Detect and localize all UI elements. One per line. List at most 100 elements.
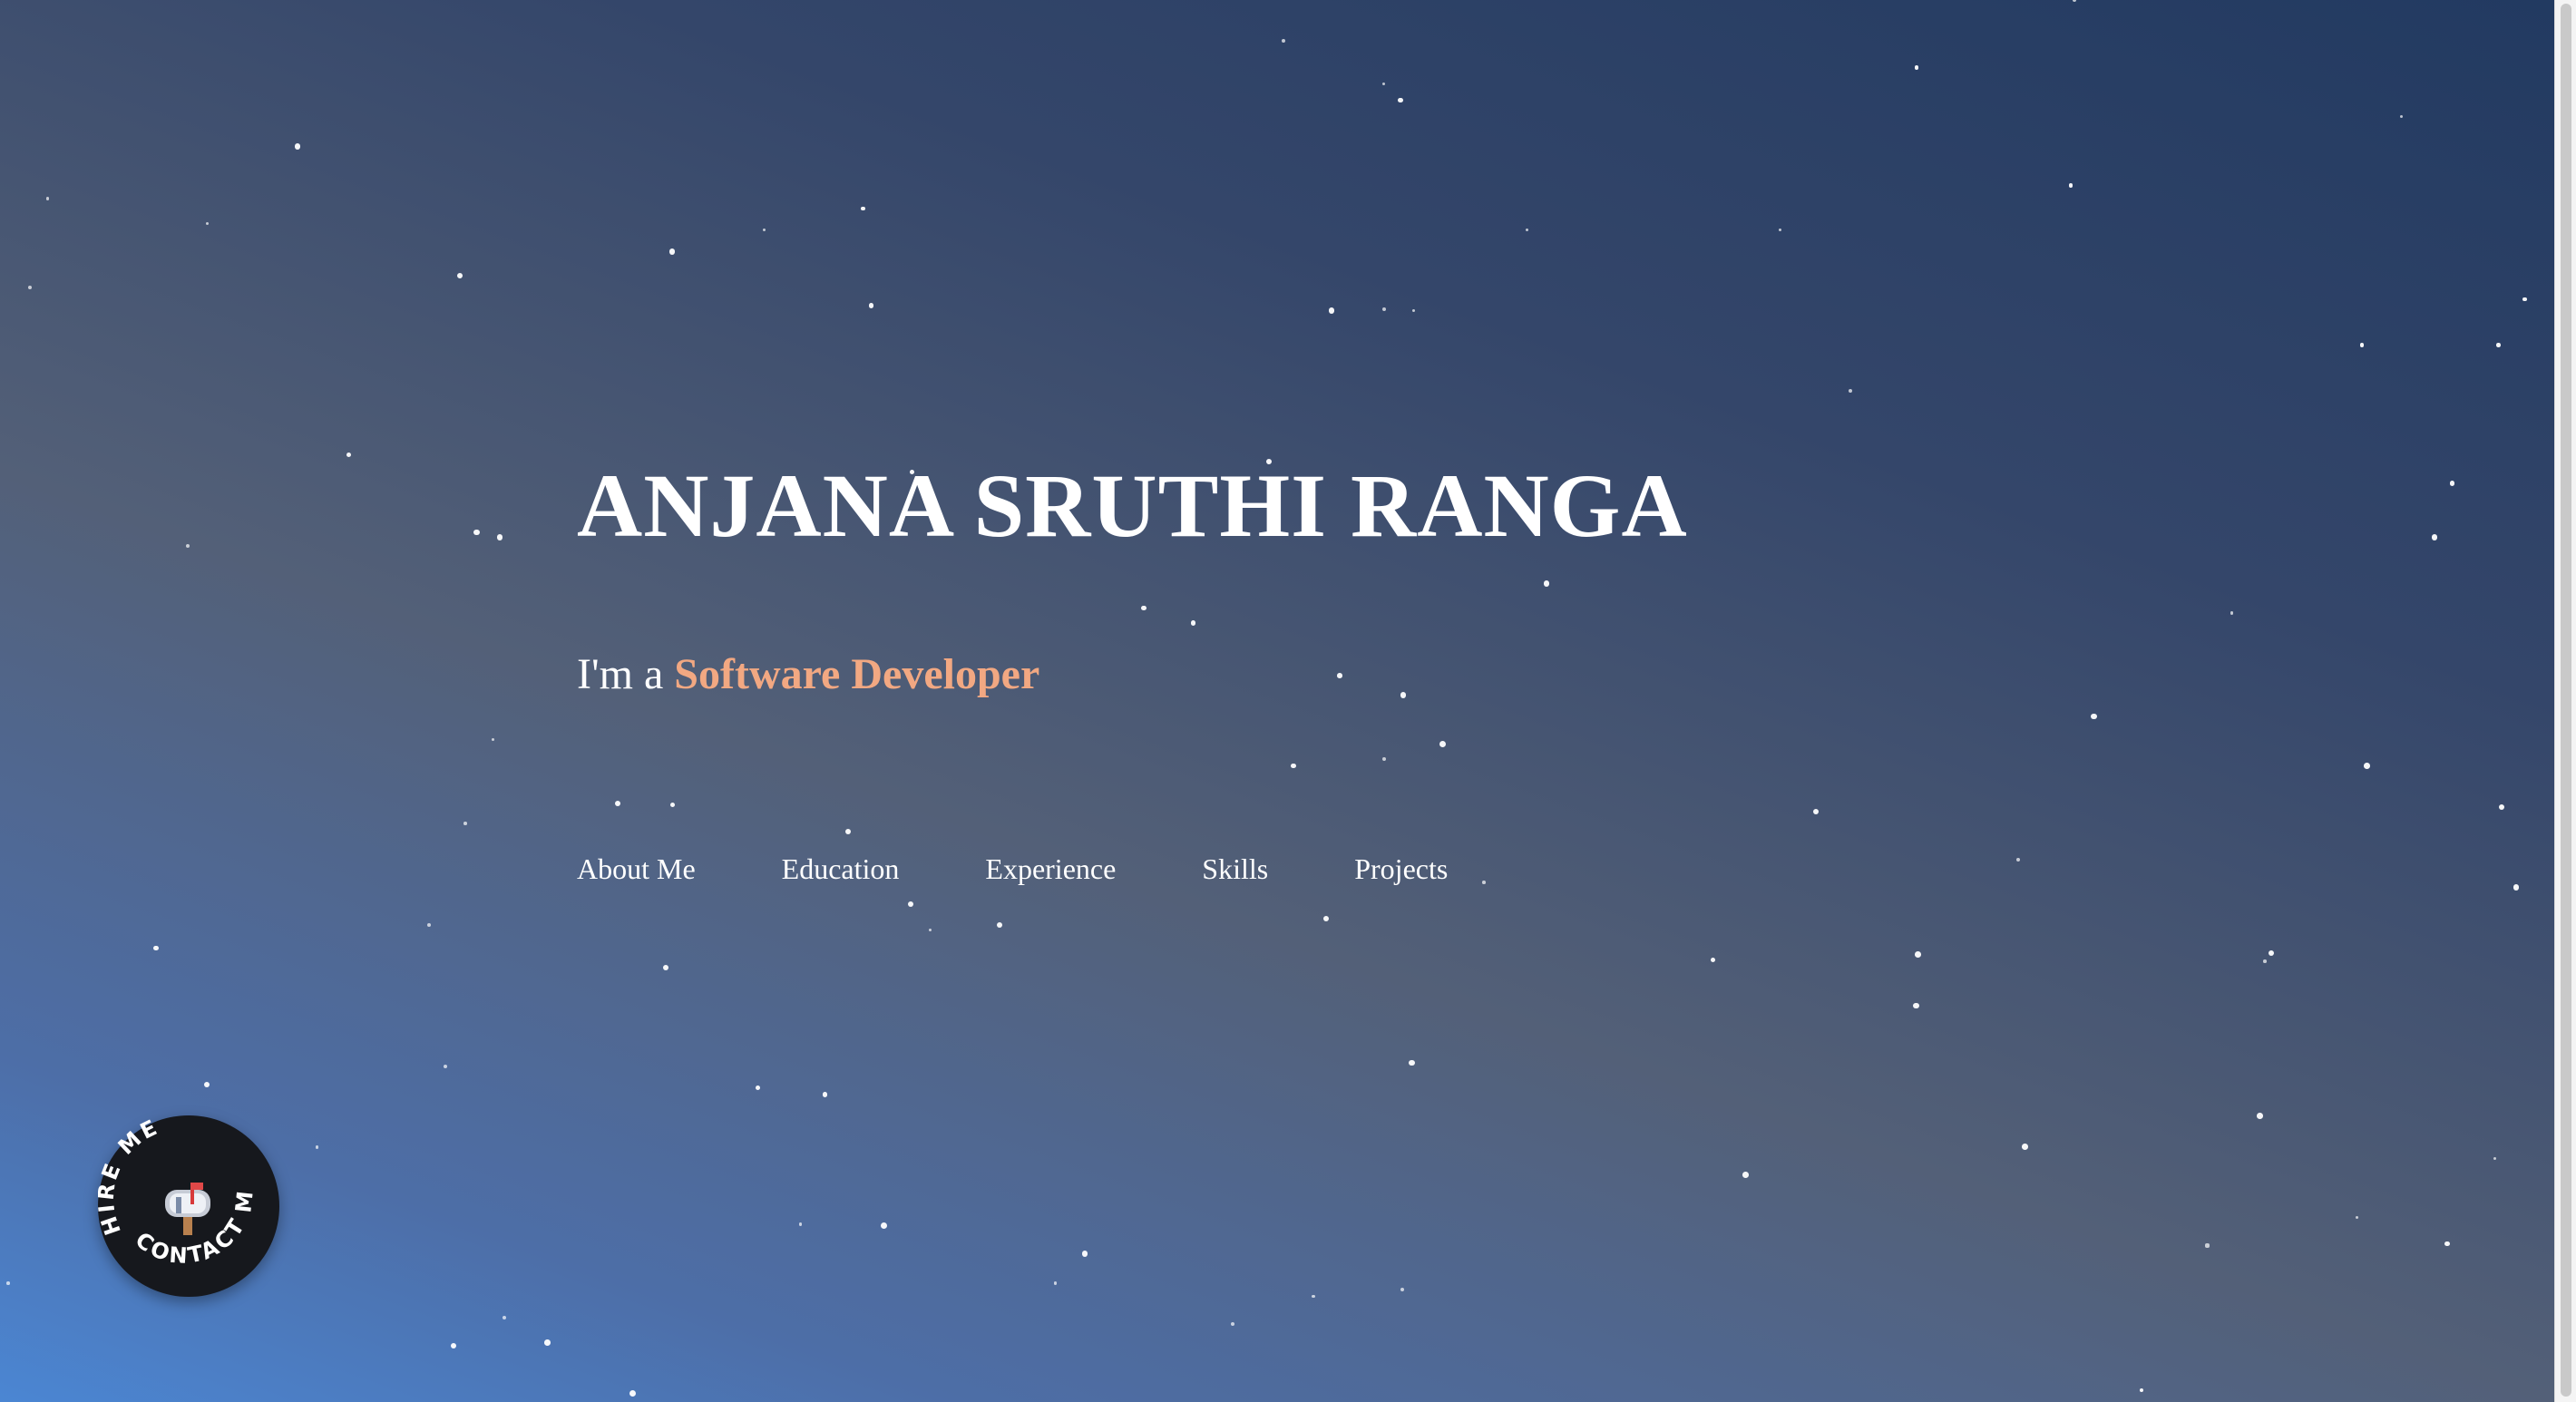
star-dot [881,1222,888,1230]
star-dot [1742,1172,1749,1178]
badge-text-top: HIRE ME [98,1115,163,1239]
star-dot [2493,1156,2497,1161]
star-dot [444,1064,448,1068]
star-dot [45,197,50,201]
star-dot [1190,619,1196,626]
star-dot [2363,763,2370,769]
star-dot [1914,65,1919,70]
star-dot [1081,1251,1088,1257]
star-dot [1439,741,1447,748]
star-dot [457,273,463,279]
star-dot [2359,343,2365,347]
star-dot [2355,1215,2359,1220]
scrollbar-thumb[interactable] [2561,4,2571,1397]
star-dot [2444,1241,2450,1247]
star-dot [2498,803,2504,810]
star-dot [1849,389,1853,394]
page-title: ANJANA SRUTHI RANGA [577,455,1688,556]
star-dot [1053,1281,1058,1285]
star-dot [1482,881,1486,884]
star-dot [822,1092,828,1097]
star-dot [1915,951,1921,959]
star-dot [1282,39,1286,44]
nav-link-experience[interactable]: Experience [985,851,1116,887]
star-dot [2091,713,2097,720]
star-dot [2263,959,2267,963]
star-dot [491,737,495,742]
star-dot [1778,228,1782,232]
star-dot [2205,1243,2210,1248]
star-dot [2513,884,2520,891]
star-dot [861,206,865,211]
star-dot [204,1081,210,1087]
star-dot [1913,1002,1920,1009]
star-dot [503,1316,507,1320]
scrollbar[interactable] [2554,0,2576,1402]
star-dot [2495,343,2501,347]
star-dot [2522,297,2527,302]
star-dot [496,534,503,540]
star-dot [2230,611,2234,615]
tagline-role: Software Developer [674,650,1040,698]
star-dot [294,142,301,150]
mailbox-icon [165,1183,210,1235]
hero-section: ANJANA SRUTHI RANGA I'm a Software Devel… [0,0,2554,1402]
star-dot [1291,763,1296,769]
star-dot [1141,605,1147,611]
star-dot [2257,1113,2263,1119]
star-dot [27,286,32,290]
star-dot [2068,183,2073,189]
star-dot [205,221,210,226]
star-dot [615,801,621,807]
star-dot [1710,957,1715,962]
tagline: I'm a Software Developer [577,653,1039,696]
nav-link-projects[interactable]: Projects [1354,851,1448,887]
star-dot [1411,308,1415,312]
star-dot [928,928,932,932]
starfield-background [0,0,2554,1402]
star-dot [996,922,1002,929]
main-nav: About Me Education Experience Skills Pro… [577,851,1448,887]
star-dot [1336,672,1342,678]
star-dot [755,1085,761,1091]
star-dot [2072,0,2076,3]
star-dot [1400,692,1407,698]
star-dot [1328,307,1334,314]
star-dot [669,803,675,808]
nav-link-skills[interactable]: Skills [1202,851,1268,887]
star-dot [473,529,480,536]
star-dot [153,945,159,951]
star-dot [346,453,351,458]
star-dot [1813,809,1820,815]
star-dot [2449,480,2455,486]
star-dot [763,229,766,232]
star-dot [1543,579,1550,587]
hire-me-button[interactable]: HIRE ME CONTACT ME [98,1115,279,1297]
star-dot [1398,97,1403,103]
star-dot [315,1145,319,1149]
star-dot [1381,757,1386,762]
star-dot [450,1342,457,1349]
star-dot [629,1390,637,1397]
star-dot [2268,949,2275,957]
tagline-prefix: I'm a [577,650,675,698]
star-dot [1525,229,1528,232]
hire-me-badge-graphic: HIRE ME CONTACT ME [98,1115,256,1269]
star-dot [1230,1322,1235,1327]
star-dot [544,1339,551,1346]
star-dot [2022,1144,2028,1151]
star-dot [1312,1294,1315,1299]
nav-link-about-me[interactable]: About Me [577,851,696,887]
star-dot [6,1281,10,1285]
star-dot [798,1222,803,1226]
star-dot [868,303,874,308]
star-dot [668,248,676,255]
star-dot [1323,915,1330,921]
nav-link-education[interactable]: Education [782,851,900,887]
star-dot [426,923,431,928]
star-dot [2016,857,2021,862]
star-dot [1409,1060,1415,1066]
star-dot [463,822,467,825]
star-dot [2139,1387,2144,1393]
star-dot [1381,307,1386,311]
